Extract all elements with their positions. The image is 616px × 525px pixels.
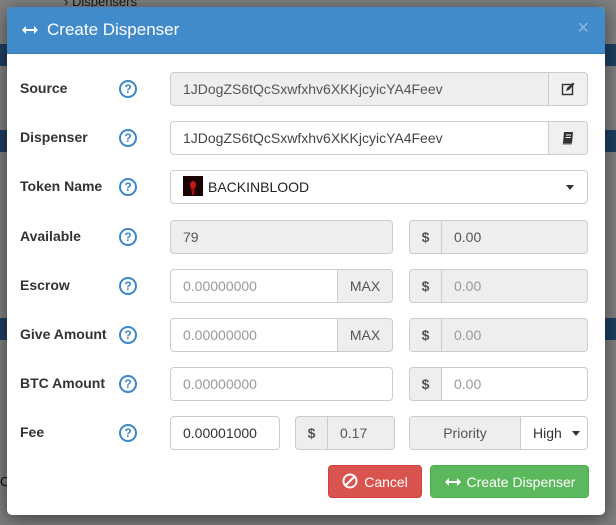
caret-down-icon [566, 185, 574, 190]
fee-row: Fee ? 0.00001000 $ 0.17 Priority High [7, 416, 605, 450]
create-dispenser-modal: Create Dispenser × Source ? 1JDogZS6tQcS… [7, 7, 605, 515]
help-icon[interactable]: ? [119, 80, 137, 98]
token-icon [183, 176, 203, 197]
usd-addon: $ [409, 367, 442, 401]
arrows-h-icon [444, 478, 461, 487]
give-amount-label: Give Amount [20, 326, 107, 342]
cancel-button[interactable]: Cancel [328, 465, 422, 498]
cancel-button-label: Cancel [364, 474, 408, 490]
fee-label: Fee [20, 424, 45, 440]
book-icon [562, 132, 573, 145]
token-name-row: Token Name ? BACKINBLOOD [7, 170, 605, 204]
available-input[interactable]: 79 [170, 220, 393, 254]
give-amount-input[interactable]: 0.00000000 [170, 318, 338, 352]
btc-amount-label: BTC Amount [20, 375, 106, 391]
token-select[interactable]: BACKINBLOOD [170, 170, 588, 204]
help-icon[interactable]: ? [119, 424, 137, 442]
help-icon[interactable]: ? [119, 326, 137, 344]
usd-addon: $ [295, 416, 328, 450]
dispenser-label: Dispenser [20, 129, 88, 145]
edit-source-button[interactable] [548, 72, 588, 106]
escrow-row: Escrow ? 0.00000000 MAX $ 0.00 [7, 269, 605, 303]
modal-title: Create Dispenser [21, 20, 179, 40]
usd-addon: $ [409, 220, 442, 254]
dispenser-row: Dispenser ? 1JDogZS6tQcSxwfxhv6XKKjcyicY… [7, 121, 605, 155]
usd-addon: $ [409, 269, 442, 303]
give-amount-row: Give Amount ? 0.00000000 MAX $ 0.00 [7, 318, 605, 352]
source-input[interactable]: 1JDogZS6tQcSxwfxhv6XKKjcyicYA4Feev [170, 72, 549, 106]
fee-input[interactable]: 0.00001000 [170, 416, 280, 450]
btc-amount-input[interactable]: 0.00000000 [170, 367, 393, 401]
escrow-label: Escrow [20, 277, 70, 293]
create-dispenser-button[interactable]: Create Dispenser [430, 465, 589, 498]
btc-amount-usd-input[interactable]: 0.00 [441, 367, 588, 401]
source-label: Source [20, 80, 68, 96]
modal-header: Create Dispenser × [7, 7, 605, 54]
help-icon[interactable]: ? [119, 375, 137, 393]
arrows-h-icon [22, 26, 38, 34]
help-icon[interactable]: ? [119, 178, 137, 196]
edit-icon [561, 82, 575, 96]
create-dispenser-button-label: Create Dispenser [466, 474, 576, 490]
modal-title-text: Create Dispenser [47, 20, 180, 39]
priority-addon: Priority [409, 416, 521, 450]
dispenser-input[interactable]: 1JDogZS6tQcSxwfxhv6XKKjcyicYA4Feev [170, 121, 549, 155]
ban-icon [342, 473, 358, 489]
fee-usd-input[interactable]: 0.17 [327, 416, 395, 450]
source-row: Source ? 1JDogZS6tQcSxwfxhv6XKKjcyicYA4F… [7, 72, 605, 106]
give-amount-max-button[interactable]: MAX [337, 318, 393, 352]
escrow-max-button[interactable]: MAX [337, 269, 393, 303]
address-book-button[interactable] [548, 121, 588, 155]
usd-addon: $ [409, 318, 442, 352]
modal-footer: Cancel Create Dispenser [7, 465, 605, 499]
escrow-input[interactable]: 0.00000000 [170, 269, 338, 303]
help-icon[interactable]: ? [119, 277, 137, 295]
escrow-usd-input[interactable]: 0.00 [441, 269, 588, 303]
token-name-label: Token Name [20, 178, 103, 194]
help-icon[interactable]: ? [119, 129, 137, 147]
give-amount-usd-input[interactable]: 0.00 [441, 318, 588, 352]
btc-amount-row: BTC Amount ? 0.00000000 $ 0.00 [7, 367, 605, 401]
help-icon[interactable]: ? [119, 228, 137, 246]
priority-dropdown[interactable]: High [520, 416, 588, 450]
priority-value: High [533, 425, 562, 441]
available-row: Available ? 79 $ 0.00 [7, 220, 605, 254]
caret-down-icon [571, 430, 580, 436]
available-usd-input[interactable]: 0.00 [441, 220, 588, 254]
token-select-value: BACKINBLOOD [208, 179, 310, 195]
close-icon[interactable]: × [577, 18, 589, 38]
available-label: Available [20, 228, 81, 244]
